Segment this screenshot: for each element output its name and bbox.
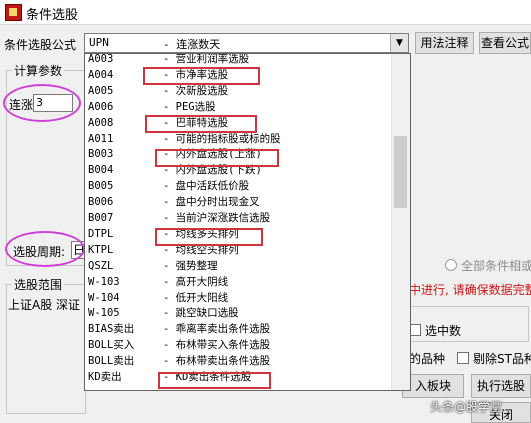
highlight-box-dtpl (155, 228, 263, 246)
warning-text: 中进行, 请确保数据完整 (409, 283, 531, 297)
dropdown-item-desc: - 跳空缺口选股 (163, 307, 239, 320)
annotation-ellipse-param (3, 84, 81, 122)
dropdown-item[interactable]: BOLL买入 - 布林带买入条件选股 (85, 337, 393, 353)
formula-select-code: UPN (89, 36, 109, 49)
dropdown-item[interactable]: W-103 - 高开大阴线 (85, 274, 393, 290)
dropdown-item-desc: - 盘中活跃低价股 (163, 180, 250, 193)
dropdown-item-desc: - 布林带卖出条件选股 (163, 355, 271, 368)
dropdown-item-desc: - PEG选股 (163, 100, 216, 113)
dropdown-item-code: QSZL (88, 259, 114, 272)
highlight-box-b003 (155, 149, 279, 167)
dropdown-item[interactable]: BIAS卖出 - 乖离率卖出条件选股 (85, 321, 393, 337)
dropdown-item-code: A004 (88, 68, 114, 81)
dropdown-item-desc: - 当前沪深涨跌信选股 (163, 212, 271, 224)
dropdown-item-code: BIAS卖出 (88, 323, 135, 336)
dropdown-item-code: A008 (88, 116, 114, 129)
dropdown-item-code: B003 (88, 148, 114, 161)
dropdown-item[interactable]: A006 - PEG选股 (85, 99, 393, 115)
dropdown-item-code: A011 (88, 132, 114, 145)
usage-notes-button[interactable]: 用法注释 (415, 32, 474, 54)
dropdown-item-code: B004 (88, 164, 114, 177)
dropdown-item[interactable]: A003 - 营业利润率选股 (85, 53, 393, 67)
dropdown-item-desc: - 营业利润率选股 (163, 53, 250, 65)
scope-title: 选股范围 (12, 276, 65, 293)
dropdown-item-code: BOLL买入 (88, 339, 135, 352)
dropdown-item-desc: - 高开大阴线 (163, 275, 229, 288)
highlight-box-kd-sell (158, 372, 271, 389)
dropdown-item[interactable]: BOLL卖出 - 布林带卖出条件选股 (85, 353, 393, 369)
exclude-st-checkbox[interactable] (457, 352, 469, 364)
calc-params-title: 计算参数 (12, 62, 65, 79)
all-conditions-label: 全部条件相或 (461, 259, 531, 273)
dropdown-item[interactable]: B006 - 盘中分时出现金叉 (85, 194, 393, 210)
dropdown-item-code: BOLL卖出 (88, 355, 135, 368)
dropdown-item-code: W-104 (88, 291, 120, 304)
dropdown-item-code: A006 (88, 100, 114, 113)
dropdown-item[interactable]: A005 - 次新股选股 (85, 83, 393, 99)
formula-label: 条件选股公式 (4, 38, 77, 52)
formula-dropdown-list[interactable]: A003- 营业利润率选股 A004- 市净率选股 A005- 次新股选股 A006-… (84, 53, 411, 391)
app-icon (5, 4, 22, 21)
formula-select[interactable]: UPN - 连涨数天 ▼ (84, 33, 409, 53)
chevron-down-icon[interactable]: ▼ (390, 34, 408, 52)
dropdown-item-code: KTPL (88, 243, 114, 256)
scope-markets-text: 上证A股 深证 (8, 298, 81, 312)
execute-selection-button[interactable]: 执行选股 (471, 374, 531, 398)
all-conditions-radio[interactable] (445, 259, 457, 271)
dropdown-item[interactable]: B005 - 盘中活跃低价股 (85, 178, 393, 194)
dropdown-item[interactable]: W-105 - 跳空缺口选股 (85, 305, 393, 321)
dropdown-item[interactable]: W-104 - 低开大阳线 (85, 290, 393, 306)
exclude-st-label: 剔除ST品种 (473, 352, 531, 366)
dropdown-item-code: W-103 (88, 275, 120, 288)
dropdown-item-code: B005 (88, 180, 114, 193)
dropdown-item-code: A003 (88, 53, 114, 65)
scrollbar-thumb[interactable] (394, 136, 407, 208)
stock-types-label: 的品种 (409, 352, 446, 366)
dropdown-item-desc: - 布林带买入条件选股 (163, 339, 271, 352)
dropdown-item-code: KD卖出 (88, 371, 122, 383)
dropdown-item-code: W-105 (88, 307, 120, 320)
watermark: 头条@股学堂 (430, 400, 503, 414)
dropdown-item-desc: - 乖离率卖出条件选股 (163, 323, 271, 336)
dropdown-scrollbar[interactable] (391, 54, 410, 390)
import-block-button[interactable]: 入板块 (402, 374, 464, 398)
dropdown-item-code: B006 (88, 196, 114, 209)
dropdown-item[interactable]: QSZL - 强势整理 (85, 258, 393, 274)
highlight-box-a004 (143, 67, 260, 85)
title-bar: 条件选股 (0, 0, 531, 25)
in-count-label: 选中数 (425, 324, 462, 338)
dropdown-item-desc: - 盘中分时出现金叉 (163, 196, 260, 209)
options-group (405, 306, 529, 342)
highlight-box-a008 (145, 115, 257, 133)
dropdown-item-desc: - 强势整理 (163, 259, 218, 272)
dropdown-item-desc: - 低开大阳线 (163, 291, 229, 304)
window-title: 条件选股 (26, 8, 79, 23)
dropdown-item-desc: - 次新股选股 (163, 84, 229, 97)
dropdown-item-code: A005 (88, 84, 114, 97)
formula-select-desc: - 连涨数天 (163, 38, 221, 51)
annotation-ellipse-period (5, 231, 85, 267)
dropdown-item[interactable]: B007 - 当前沪深涨跌信选股 (85, 210, 393, 226)
dropdown-item-code: B007 (88, 212, 114, 224)
dropdown-item-code: DTPL (88, 227, 114, 240)
view-formula-button[interactable]: 查看公式 (479, 32, 531, 54)
